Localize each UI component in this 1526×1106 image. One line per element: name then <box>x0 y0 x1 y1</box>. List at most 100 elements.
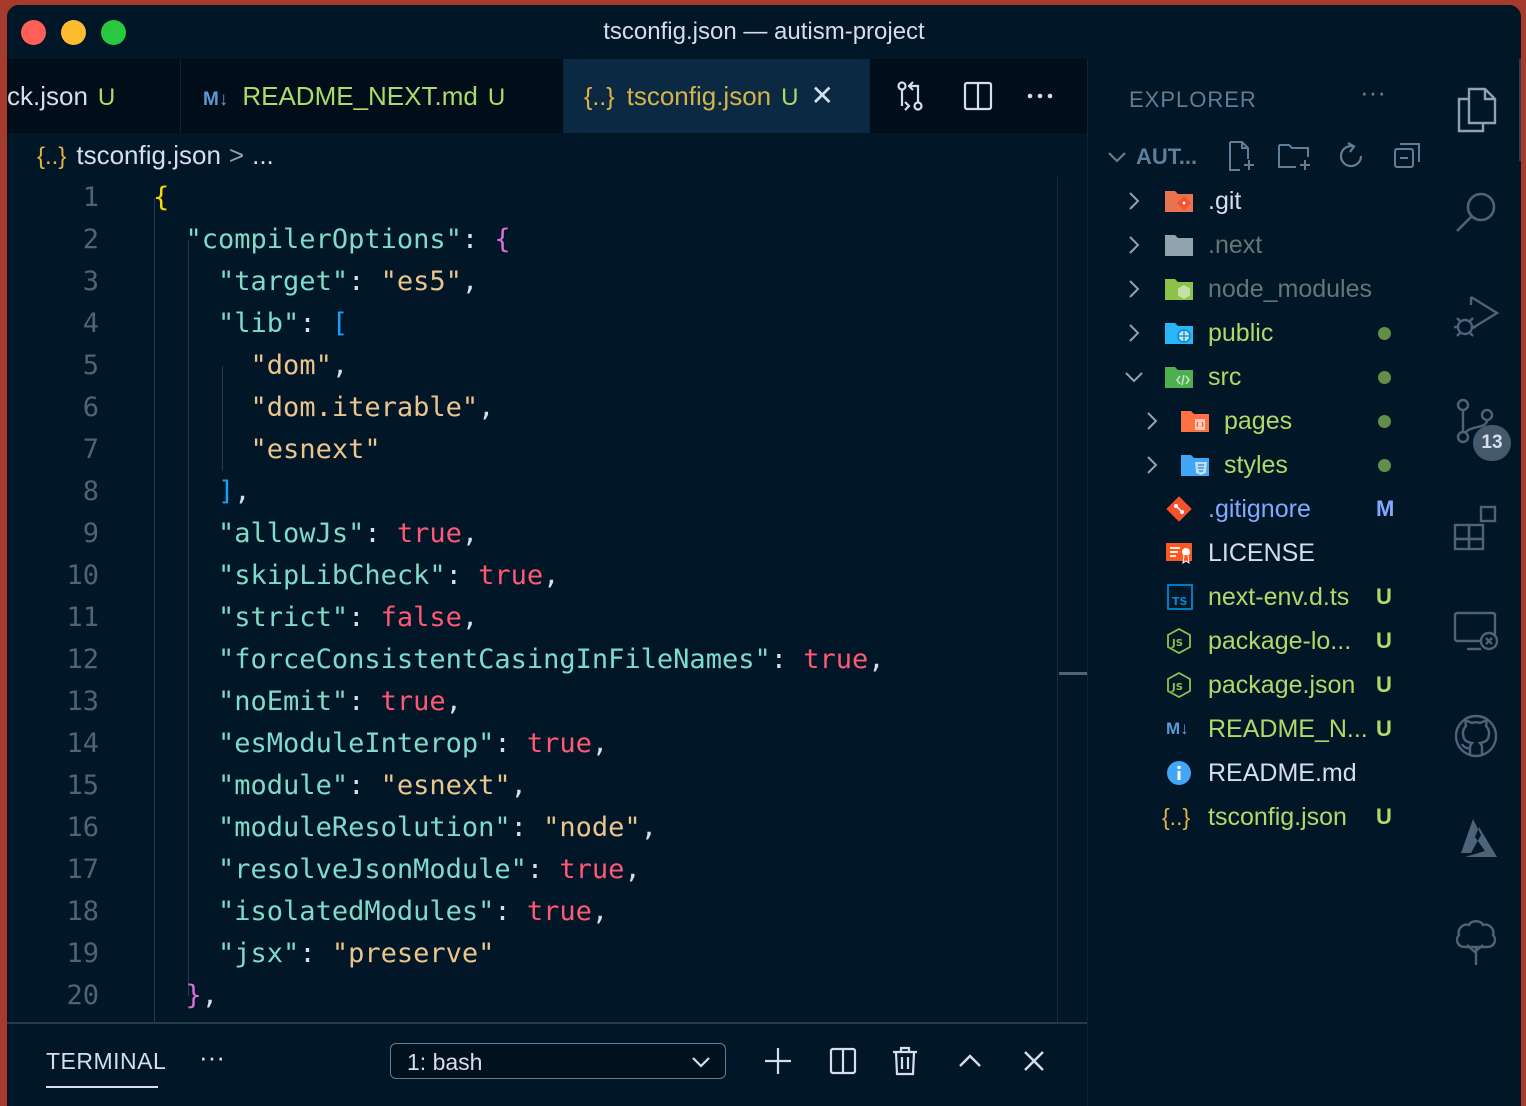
breadcrumb-more[interactable]: ... <box>252 140 274 170</box>
code-line: 13 "noEmit": true, <box>7 681 1087 723</box>
line-number: 10 <box>66 560 99 591</box>
source-control-badge: 13 <box>1473 425 1511 461</box>
tab-tsconfig[interactable]: {..} tsconfig.json U ✕ <box>564 59 870 133</box>
minimap-divider <box>1057 177 1058 1023</box>
license-icon <box>1166 543 1192 565</box>
breadcrumb-file[interactable]: tsconfig.json <box>76 140 221 170</box>
tree-item-label: .next <box>1208 231 1263 259</box>
scrollbar-thumb[interactable] <box>1059 672 1087 675</box>
trash-icon[interactable] <box>888 1044 922 1078</box>
modified-dot <box>1378 371 1391 384</box>
line-number: 2 <box>82 224 99 255</box>
chevron-right-icon <box>1129 192 1140 210</box>
code-line: 12 "forceConsistentCasingInFileNames": t… <box>7 639 1087 681</box>
remote-explorer-icon[interactable] <box>1451 607 1501 657</box>
tree-item-readme-next[interactable]: M↓ README_N... U <box>1088 707 1426 751</box>
close-panel-icon[interactable] <box>1017 1044 1051 1078</box>
title-bar: tsconfig.json — autism-project <box>7 5 1521 59</box>
extensions-icon[interactable] <box>1451 503 1501 553</box>
chevron-right-icon <box>1147 412 1158 430</box>
code-line: 9 "allowJs": true, <box>7 513 1087 555</box>
workspace-root[interactable]: AUT... <box>1100 139 1420 175</box>
tree-item-next-env[interactable]: TS next-env.d.ts U <box>1088 575 1426 619</box>
close-tab-icon[interactable]: ✕ <box>810 80 833 111</box>
code-line: 14 "esModuleInterop": true, <box>7 723 1087 765</box>
tree-item-label: .gitignore <box>1208 495 1311 523</box>
git-icon <box>1166 496 1192 522</box>
vscode-window: tsconfig.json — autism-project ck.json U … <box>7 5 1521 1106</box>
node-icon: JS <box>1167 628 1191 654</box>
tree-item-label: next-env.d.ts <box>1208 583 1350 611</box>
collapse-all-icon[interactable] <box>1390 139 1424 173</box>
tree-item-label: node_modules <box>1208 275 1373 303</box>
tree-item-label: public <box>1208 319 1274 347</box>
maximize-panel-icon[interactable] <box>953 1044 987 1078</box>
terminal-select[interactable]: 1: bash <box>390 1043 726 1079</box>
tab-label: ck.json <box>7 81 88 111</box>
tree-item-next[interactable]: .next <box>1088 223 1426 267</box>
modified-badge: M <box>1376 496 1395 521</box>
line-number: 15 <box>66 770 99 801</box>
info-icon <box>1167 761 1191 785</box>
tab-terminal[interactable]: TERMINAL <box>46 1048 166 1075</box>
files-icon[interactable] <box>1451 85 1501 135</box>
tree-item-tsconfig[interactable]: {..} tsconfig.json U <box>1088 795 1426 839</box>
code-line: 17 "resolveJsonModule": true, <box>7 849 1087 891</box>
tree-item-git[interactable]: .git <box>1088 179 1426 223</box>
open-changes-icon[interactable] <box>893 79 927 113</box>
tree-item-label: README.md <box>1208 759 1357 787</box>
tree-item-label: styles <box>1224 451 1288 479</box>
line-number: 20 <box>66 980 99 1011</box>
tab-readme-next[interactable]: M↓ README_NEXT.md U <box>181 59 564 133</box>
explorer-sidebar: EXPLORER ··· AUT... .git .next node_modu… <box>1087 59 1426 1106</box>
tree-item-gitignore[interactable]: .gitignore M <box>1088 487 1426 531</box>
tab-package-lock[interactable]: ck.json U <box>7 59 181 133</box>
search-icon[interactable] <box>1451 187 1501 237</box>
tree-item-node-modules[interactable]: node_modules <box>1088 267 1426 311</box>
line-number: 17 <box>66 854 99 885</box>
code-line: 2 "compilerOptions": { <box>7 219 1087 261</box>
line-number: 12 <box>66 644 99 675</box>
tree-item-styles[interactable]: styles <box>1088 443 1426 487</box>
window-title: tsconfig.json — autism-project <box>603 18 925 45</box>
activity-bar: 13 <box>1425 59 1521 1106</box>
line-number: 7 <box>82 434 99 465</box>
tree-item-readme[interactable]: README.md <box>1088 751 1426 795</box>
active-tab-indicator <box>46 1086 158 1088</box>
tree-item-src[interactable]: src <box>1088 355 1426 399</box>
explorer-more-icon[interactable]: ··· <box>1360 77 1386 108</box>
azure-icon[interactable] <box>1451 813 1501 863</box>
tree-item-license[interactable]: LICENSE <box>1088 531 1426 575</box>
tree-item-pages[interactable]: pages <box>1088 399 1426 443</box>
line-number: 6 <box>82 392 99 423</box>
code-line: 4 "lib": [ <box>7 303 1087 345</box>
line-number: 13 <box>66 686 99 717</box>
code-line: 20 }, <box>7 975 1087 1017</box>
code-editor[interactable]: 1{ 2 "compilerOptions": { 3 "target": "e… <box>7 177 1087 1023</box>
more-icon[interactable]: ··· <box>199 1042 225 1073</box>
git-folder-icon <box>1165 191 1193 212</box>
more-actions-icon[interactable] <box>1023 79 1057 113</box>
new-terminal-icon[interactable] <box>761 1044 795 1078</box>
breadcrumb: {..} tsconfig.json >... <box>7 133 1087 177</box>
tree-icon[interactable] <box>1451 917 1501 967</box>
tree-item-package-lock[interactable]: JS package-lo... U <box>1088 619 1426 663</box>
refresh-icon[interactable] <box>1334 139 1368 173</box>
json-icon: {..} <box>584 83 615 111</box>
tree-item-public[interactable]: public <box>1088 311 1426 355</box>
tab-status: U <box>97 84 116 111</box>
new-file-icon[interactable] <box>1222 139 1256 173</box>
sidebar-scrollbar[interactable] <box>1519 59 1521 161</box>
tree-item-package-json[interactable]: JS package.json U <box>1088 663 1426 707</box>
chevron-down-icon <box>1125 372 1143 383</box>
code-line: 8 ], <box>7 471 1087 513</box>
modified-dot <box>1378 327 1391 340</box>
split-terminal-icon[interactable] <box>826 1044 860 1078</box>
node-icon: JS <box>1167 672 1191 698</box>
svg-text:JS: JS <box>1171 682 1183 693</box>
line-number: 16 <box>66 812 99 843</box>
new-folder-icon[interactable] <box>1276 139 1312 173</box>
run-debug-icon[interactable] <box>1451 291 1501 341</box>
github-icon[interactable] <box>1451 711 1501 761</box>
split-editor-icon[interactable] <box>961 79 995 113</box>
